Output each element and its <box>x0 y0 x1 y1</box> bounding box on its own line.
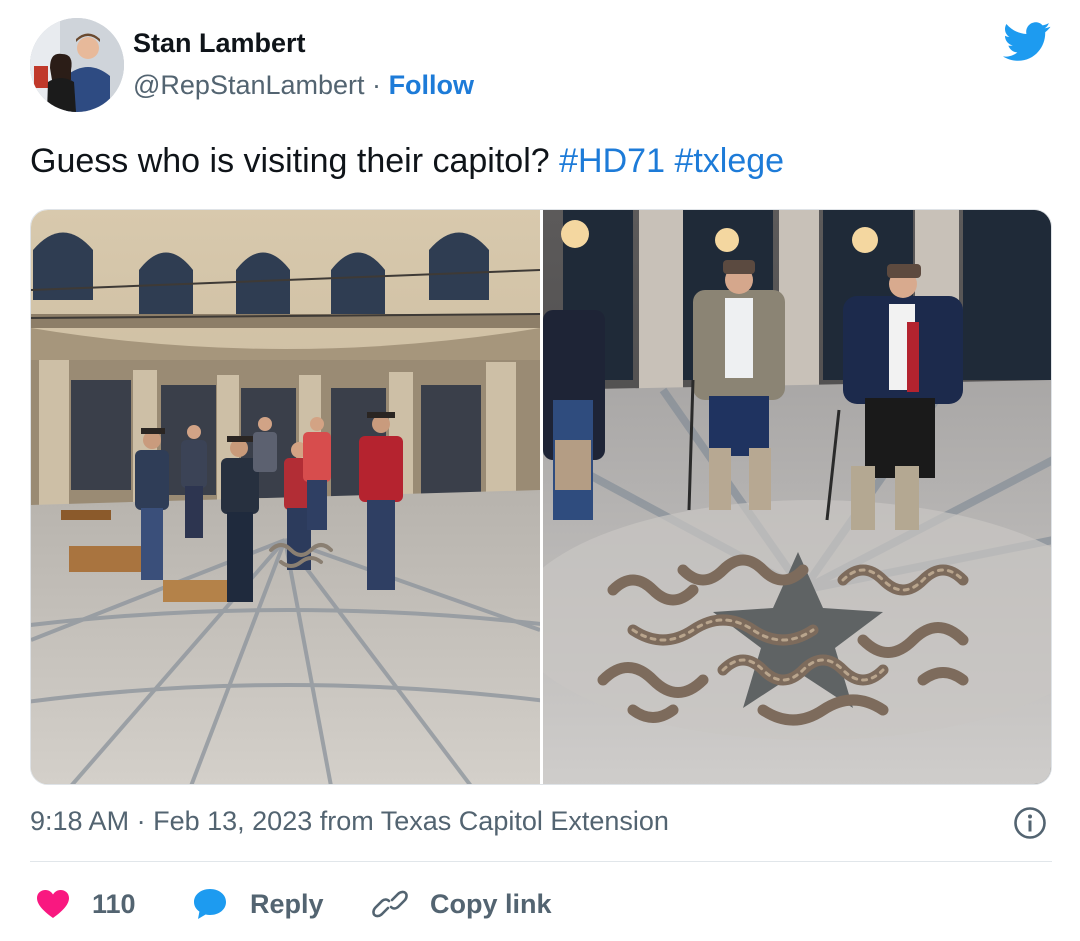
like-count: 110 <box>92 888 136 919</box>
reply-label: Reply <box>250 888 324 919</box>
tweet-card: Stan Lambert @RepStanLambert · Follow Gu… <box>0 0 1080 941</box>
tweet-media <box>30 209 1052 785</box>
tweet-body: Guess who is visiting their capitol? <box>30 142 550 180</box>
reply-bubble-icon <box>192 887 228 921</box>
author-handle-line: @RepStanLambert · Follow <box>133 70 474 101</box>
tweet-timestamp: 9:18 AM · Feb 13, 2023 from Texas Capito… <box>30 806 669 837</box>
copy-link-button[interactable]: Copy link <box>372 882 552 926</box>
copy-link-label: Copy link <box>430 888 552 919</box>
like-button[interactable]: 110 <box>36 882 136 926</box>
photo-rotunda-handlers[interactable] <box>31 210 540 784</box>
follow-button[interactable]: Follow <box>389 70 474 100</box>
author-name[interactable]: Stan Lambert <box>133 28 306 59</box>
link-icon <box>372 887 408 921</box>
divider <box>30 861 1052 862</box>
author-avatar[interactable] <box>30 18 124 112</box>
tweet-date[interactable]: Feb 13, 2023 <box>153 806 312 836</box>
source-prefix: from <box>319 806 374 836</box>
hashtag-txlege[interactable]: #txlege <box>674 142 784 180</box>
tweet-text: Guess who is visiting their capitol? #HD… <box>30 142 784 181</box>
hashtag-hd71[interactable]: #HD71 <box>559 142 665 180</box>
photo-rattlesnakes-on-seal[interactable] <box>543 210 1051 784</box>
tweet-source: Texas Capitol Extension <box>380 806 669 836</box>
heart-icon <box>36 889 70 919</box>
tweet-time[interactable]: 9:18 AM <box>30 806 129 836</box>
info-icon[interactable] <box>1013 806 1047 840</box>
reply-button[interactable]: Reply <box>192 882 324 926</box>
timestamp-separator: · <box>136 806 146 836</box>
handle-separator: · <box>372 70 382 100</box>
author-handle[interactable]: @RepStanLambert <box>133 70 365 100</box>
twitter-bird-icon[interactable] <box>1003 22 1051 62</box>
